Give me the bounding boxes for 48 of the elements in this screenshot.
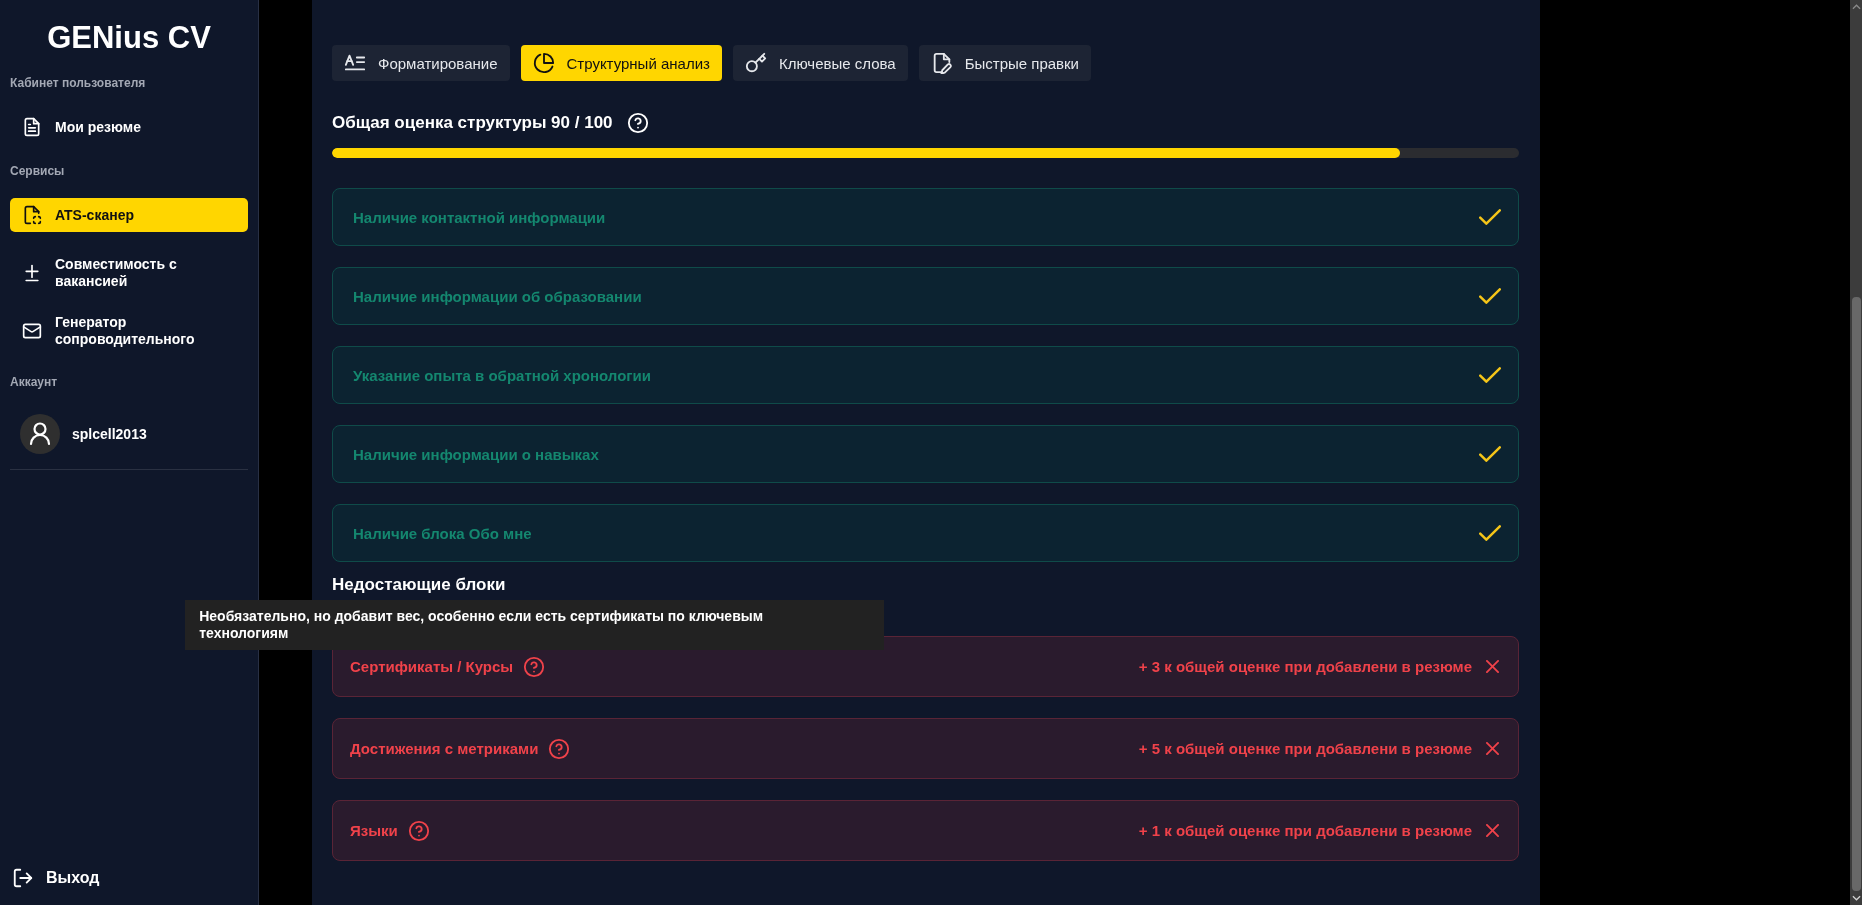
check-label: Наличие информации об образовании [353, 287, 642, 305]
account-button[interactable]: splcell2013 [10, 414, 248, 454]
check-icon [1479, 209, 1501, 225]
scroll-up-icon[interactable] [1851, 4, 1861, 10]
scrollbar-thumb[interactable] [1851, 297, 1861, 891]
document-icon [22, 117, 42, 137]
check-icon [1479, 446, 1501, 462]
tab[interactable]: Структурный анализ [520, 45, 722, 81]
check-label: Наличие контактной информации [353, 208, 606, 226]
bonus-text: + 3 к общей оценке при добавлени в резюме [1138, 658, 1472, 675]
bonus-text: + 5 к общей оценке при добавлени в резюме [1138, 740, 1472, 757]
plus-minus-icon [22, 263, 42, 283]
key-icon [744, 52, 767, 74]
nav-item[interactable]: Мои резюме [10, 110, 248, 144]
scrollbar[interactable] [1850, 0, 1862, 905]
pie-chart-icon [532, 52, 555, 74]
tab[interactable]: Форматирование [332, 45, 510, 81]
missing-block-label: Достижения с метриками [350, 740, 539, 757]
section-heading: Недостающие блоки [332, 574, 507, 596]
check-icon [1479, 367, 1501, 383]
bonus-text: + 1 к общей оценке при добавлени в резюме [1138, 822, 1472, 839]
nav-item[interactable]: Генератор сопроводительного [10, 314, 248, 348]
close-icon[interactable] [1486, 660, 1499, 673]
document-scan-icon [22, 205, 42, 225]
tab[interactable]: Быстрые правки [918, 45, 1091, 81]
section-title: Сервисы [10, 163, 66, 179]
nav-item[interactable]: Совместимость с вакансией [10, 256, 248, 290]
check-icon [1479, 525, 1501, 541]
check-icon [1479, 288, 1501, 304]
close-icon[interactable] [1486, 824, 1499, 837]
nav-item[interactable]: ATS-сканер [10, 198, 248, 232]
tooltip: Необязательно, но добавит вес, особенно если есть сертификаты по ключевым технологиям [185, 599, 885, 650]
check-label: Наличие блока Обо мне [353, 524, 532, 542]
logout-button[interactable]: Выход [10, 867, 248, 889]
close-icon[interactable] [1486, 742, 1499, 755]
section-title: Аккаунт [10, 374, 59, 390]
scroll-down-icon[interactable] [1851, 895, 1861, 901]
check-label: Наличие информации о навыках [353, 445, 599, 463]
section-title: Кабинет пользователя [10, 75, 147, 91]
logout-icon [12, 867, 34, 889]
mail-icon [22, 321, 42, 341]
missing-block-label: Языки [350, 822, 398, 839]
logo-text: GENius CV [46, 20, 212, 56]
tab[interactable]: Ключевые слова [732, 45, 908, 81]
check-label: Указание опыта в обратной хронологии [353, 366, 652, 384]
score-title: Общая оценка структуры 90 / 100 [332, 112, 613, 134]
missing-block-label: Сертификаты / Курсы [350, 658, 514, 675]
avatar-icon [20, 414, 60, 454]
